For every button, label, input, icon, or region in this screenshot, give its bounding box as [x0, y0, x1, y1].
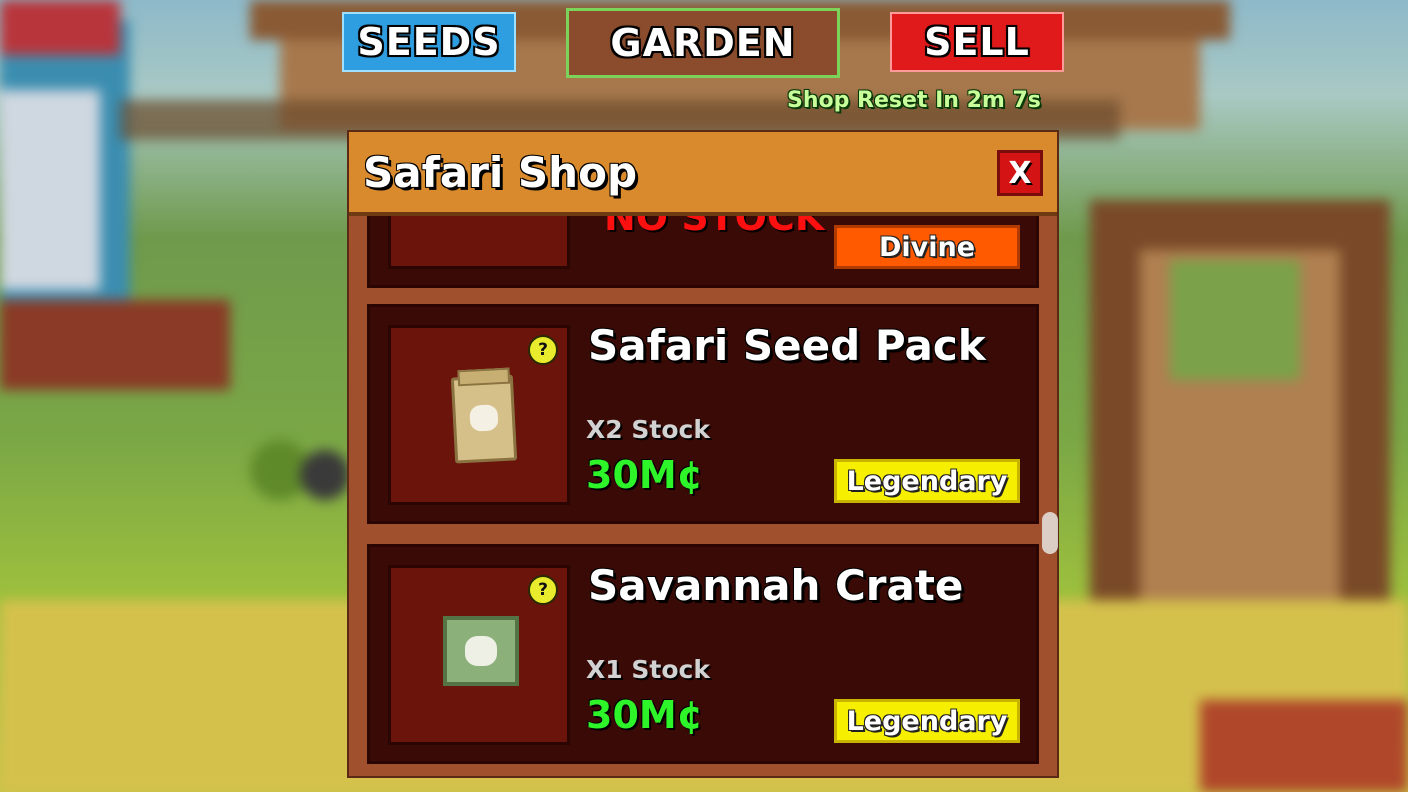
rarity-badge: Legendary [834, 699, 1020, 743]
panel-header: Safari Shop X [349, 132, 1057, 216]
shop-item-card[interactable]: NO STOCK Divine [367, 216, 1039, 288]
item-stock: X2 Stock [586, 415, 710, 444]
item-name: Savannah Crate [588, 561, 964, 610]
help-icon[interactable]: ? [528, 575, 558, 605]
shop-item-card[interactable]: ? Safari Seed Pack X2 Stock 30M¢ Legenda… [367, 304, 1039, 524]
seed-pack-icon [450, 367, 518, 464]
safari-shop-panel: Safari Shop X NO STOCK Divine ? Safari S… [347, 130, 1059, 778]
help-icon[interactable]: ? [528, 335, 558, 365]
item-price: 30M¢ [586, 453, 704, 497]
close-button[interactable]: X [997, 150, 1043, 196]
tab-sell[interactable]: SELL [890, 12, 1064, 72]
rarity-badge: Legendary [834, 459, 1020, 503]
no-stock-label: NO STOCK [604, 216, 825, 239]
crate-icon [443, 616, 519, 686]
item-stock: X1 Stock [586, 655, 710, 684]
tab-seeds[interactable]: SEEDS [342, 12, 516, 72]
shop-item-list[interactable]: NO STOCK Divine ? Safari Seed Pack X2 St… [349, 216, 1057, 776]
rarity-badge: Divine [834, 225, 1020, 269]
item-name: Safari Seed Pack [588, 321, 986, 370]
tab-garden[interactable]: GARDEN [566, 8, 840, 78]
item-price: 30M¢ [586, 693, 704, 737]
shop-item-card[interactable]: ? Savannah Crate X1 Stock 30M¢ Legendary [367, 544, 1039, 764]
scrollbar-thumb[interactable] [1042, 512, 1058, 554]
shop-reset-timer: Shop Reset In 2m 7s [787, 88, 1041, 113]
item-thumbnail [388, 216, 570, 269]
panel-title: Safari Shop [363, 148, 638, 197]
